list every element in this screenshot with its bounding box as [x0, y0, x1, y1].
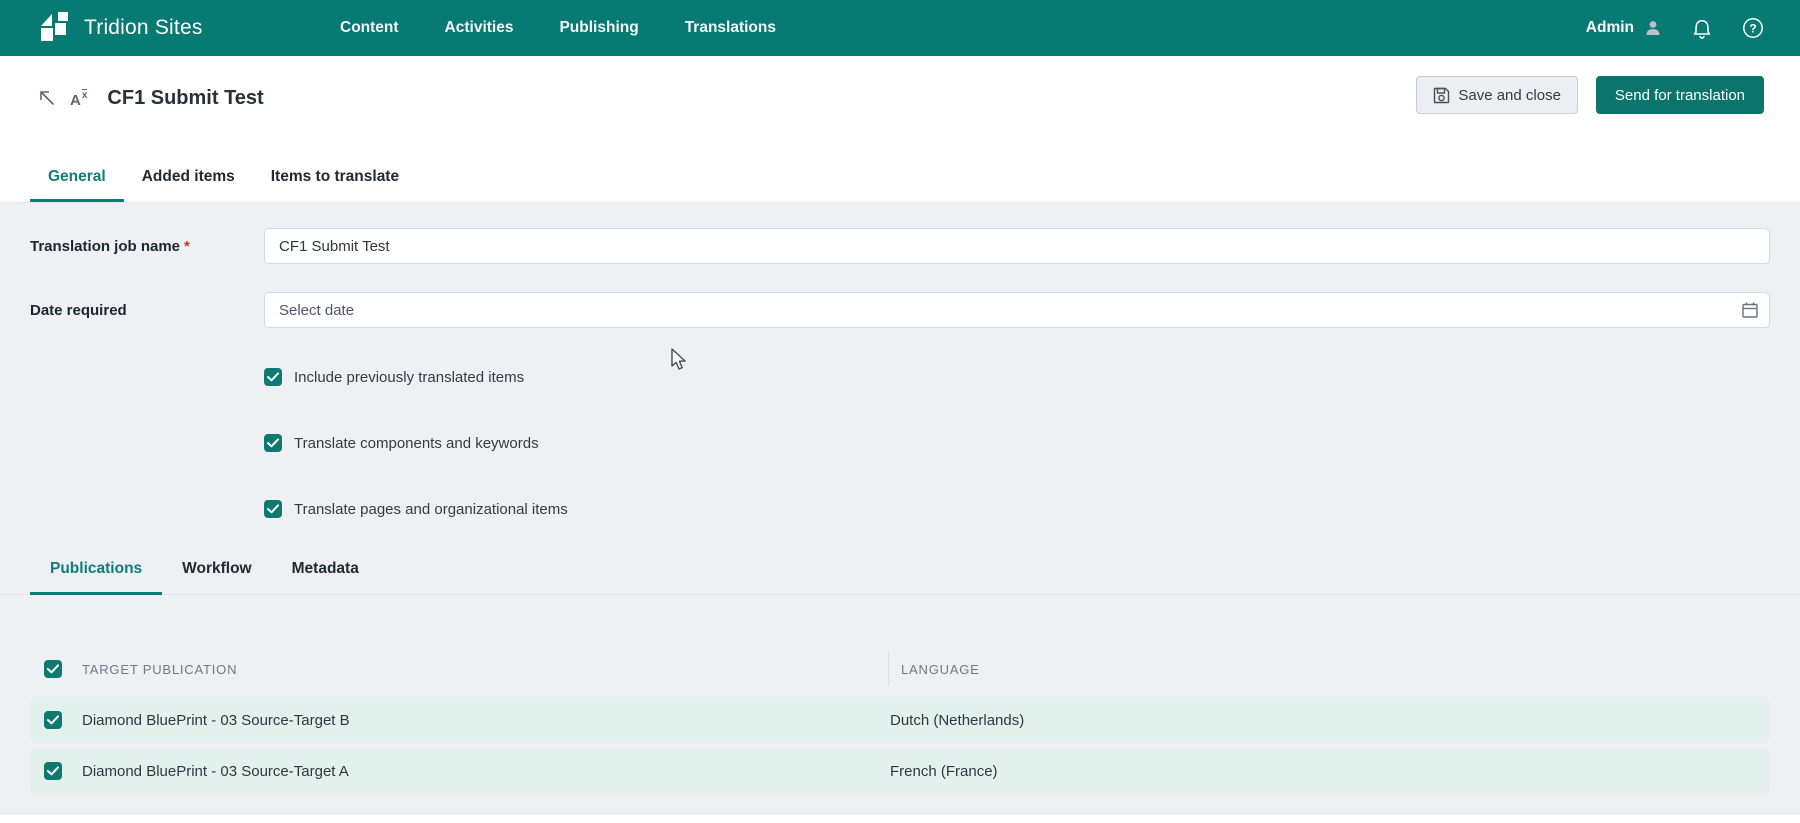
date-input-wrap — [264, 292, 1770, 328]
calendar-icon[interactable] — [1741, 301, 1759, 319]
brand-name: Tridion Sites — [84, 16, 203, 40]
table-row[interactable]: Diamond BluePrint - 03 Source-Target A F… — [30, 748, 1770, 794]
row-checkbox[interactable] — [44, 762, 62, 780]
nav-item-translations[interactable]: Translations — [685, 19, 776, 37]
tridion-logo-icon — [38, 11, 72, 45]
tab-added-items[interactable]: Added items — [124, 168, 253, 202]
brand[interactable]: Tridion Sites — [38, 11, 203, 45]
language-cell: French (France) — [890, 763, 998, 780]
job-name-input-wrap — [264, 228, 1770, 264]
send-for-translation-label: Send for translation — [1615, 87, 1745, 104]
nav-item-activities[interactable]: Activities — [445, 19, 514, 37]
translate-components-label[interactable]: Translate components and keywords — [294, 435, 539, 452]
include-previous-row: Include previously translated items — [264, 368, 524, 386]
user-menu[interactable]: Admin — [1586, 19, 1662, 37]
translate-pages-checkbox[interactable] — [264, 500, 282, 518]
subtab-publications[interactable]: Publications — [30, 560, 162, 595]
tab-general[interactable]: General — [30, 168, 124, 202]
translation-job-icon: Ax — [70, 89, 87, 108]
nav-item-publishing[interactable]: Publishing — [559, 19, 638, 37]
column-target-publication[interactable]: TARGET PUBLICATION — [82, 662, 888, 677]
navbar-right: Admin ? — [1586, 0, 1800, 56]
page-title: CF1 Submit Test — [107, 87, 263, 110]
translate-pages-row: Translate pages and organizational items — [264, 500, 568, 518]
bottom-strip — [0, 813, 1800, 823]
title-row: Ax CF1 Submit Test — [38, 80, 264, 116]
translate-components-row: Translate components and keywords — [264, 434, 539, 452]
job-name-input[interactable] — [264, 228, 1770, 264]
job-name-row: Translation job name* — [0, 228, 1800, 264]
date-required-row: Date required — [0, 292, 1800, 328]
row-checkbox[interactable] — [44, 711, 62, 729]
header-buttons: Save and close Send for translation — [1416, 76, 1764, 114]
nav-item-content[interactable]: Content — [340, 19, 399, 37]
send-for-translation-button[interactable]: Send for translation — [1596, 76, 1764, 114]
page-header: Ax CF1 Submit Test Save and close Send f… — [0, 56, 1800, 203]
translation-job-page: Tridion Sites Content Activities Publish… — [0, 0, 1800, 823]
table-row[interactable]: Diamond BluePrint - 03 Source-Target B D… — [30, 697, 1770, 743]
top-navbar: Tridion Sites Content Activities Publish… — [0, 0, 1800, 56]
main-navigation: Content Activities Publishing Translatio… — [340, 0, 776, 56]
column-language[interactable]: LANGUAGE — [901, 662, 980, 677]
include-previous-checkbox[interactable] — [264, 368, 282, 386]
page-tabs: General Added items Items to translate — [30, 168, 417, 202]
back-arrow-icon[interactable] — [38, 89, 56, 107]
target-publication-cell: Diamond BluePrint - 03 Source-Target A — [82, 763, 890, 780]
select-all-checkbox[interactable] — [44, 660, 62, 678]
include-previous-label[interactable]: Include previously translated items — [294, 369, 524, 386]
user-name: Admin — [1586, 19, 1634, 37]
user-icon — [1644, 19, 1662, 37]
column-divider — [888, 652, 889, 686]
help-icon[interactable]: ? — [1742, 17, 1764, 39]
save-and-close-label: Save and close — [1458, 87, 1561, 104]
date-required-label: Date required — [30, 302, 264, 319]
required-marker: * — [184, 238, 190, 255]
subtab-metadata[interactable]: Metadata — [272, 560, 379, 595]
tab-items-to-translate[interactable]: Items to translate — [253, 168, 417, 202]
target-publication-cell: Diamond BluePrint - 03 Source-Target B — [82, 712, 890, 729]
general-tab-panel: Translation job name* Date required — [0, 203, 1800, 813]
save-and-close-button[interactable]: Save and close — [1416, 76, 1578, 114]
subtab-workflow[interactable]: Workflow — [162, 560, 271, 595]
language-cell: Dutch (Netherlands) — [890, 712, 1024, 729]
publications-table-header: TARGET PUBLICATION LANGUAGE — [0, 645, 1800, 693]
svg-text:?: ? — [1749, 22, 1756, 36]
detail-subtabs: Publications Workflow Metadata — [0, 560, 1800, 595]
bell-icon[interactable] — [1692, 17, 1712, 39]
date-input[interactable] — [264, 292, 1770, 328]
job-name-label: Translation job name* — [30, 238, 264, 255]
translate-pages-label[interactable]: Translate pages and organizational items — [294, 501, 568, 518]
save-icon — [1433, 87, 1450, 104]
translate-components-checkbox[interactable] — [264, 434, 282, 452]
